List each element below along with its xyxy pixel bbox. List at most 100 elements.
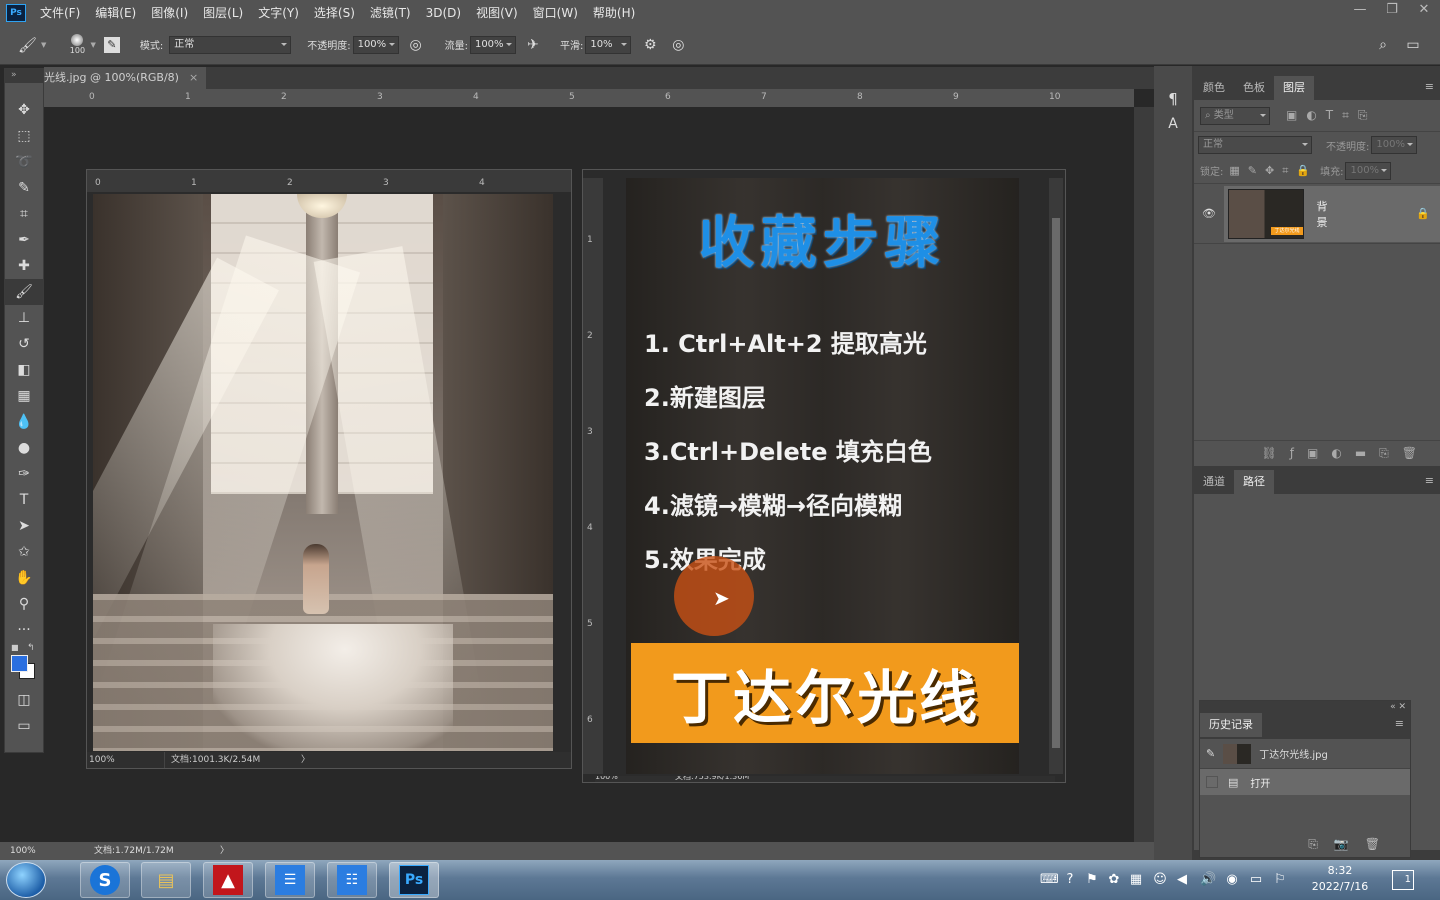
taskbar-photoshop-icon[interactable]: Ps (389, 862, 439, 898)
photo-canvas[interactable] (93, 194, 553, 751)
document-tab[interactable]: 光线.jpg @ 100%(RGB/8) × (44, 67, 207, 89)
brush-tool-icon[interactable]: 🖌 (5, 279, 43, 305)
close-button[interactable]: ✕ (1408, 0, 1440, 22)
brush-panel-icon[interactable]: ✎ (103, 36, 120, 53)
document-window-photo[interactable]: 0 1 2 3 4 100% 文档:1001.3K/2.54M 〉 (86, 169, 572, 769)
healing-brush-tool-icon[interactable]: ✚ (5, 253, 43, 279)
character-panel-icon[interactable]: A (1154, 116, 1192, 132)
doc2-scrollbar[interactable] (1049, 178, 1063, 774)
menu-3d[interactable]: 3D(D) (426, 6, 461, 20)
taskbar-app-icon[interactable]: ☰ (265, 862, 315, 898)
gear-icon[interactable]: ⚙ (641, 36, 659, 54)
type-tool-icon[interactable]: T (5, 487, 43, 513)
pressure-opacity-icon[interactable]: ◎ (407, 36, 425, 54)
layer-lock-icon[interactable]: 🔒 (1338, 185, 1440, 242)
chevron-down-icon[interactable]: ▼ (90, 41, 95, 49)
qq-icon[interactable]: ☺ (1152, 872, 1168, 888)
start-button[interactable] (6, 862, 46, 898)
brush-size-picker[interactable]: 100 (66, 34, 88, 55)
history-step-open[interactable]: ▤ 打开 (1200, 769, 1410, 795)
eraser-tool-icon[interactable]: ◧ (5, 357, 43, 383)
layer-filter-select[interactable]: ⌕ 类型 (1200, 106, 1270, 125)
dodge-tool-icon[interactable]: ● (5, 435, 43, 461)
zoom-tool-icon[interactable]: ⚲ (5, 591, 43, 617)
brush-preset-picker[interactable]: 🖌 ▼ (18, 36, 46, 54)
document-window-steps[interactable]: 1 2 3 4 5 6 收藏步骤 1. Ctrl+Alt+2 提取高光 2.新建… (582, 169, 1066, 783)
menu-type[interactable]: 文字(Y) (258, 4, 299, 21)
menu-image[interactable]: 图像(I) (151, 4, 188, 21)
taskbar-app2-icon[interactable]: ☷ (327, 862, 377, 898)
doc1-zoom[interactable]: 100% (87, 752, 165, 768)
menu-view[interactable]: 视图(V) (476, 4, 518, 21)
history-actions[interactable]: ⎘📷🗑 (1200, 831, 1410, 857)
tab-channels[interactable]: 通道 (1194, 470, 1234, 494)
crop-tool-icon[interactable]: ⌗ (5, 201, 43, 227)
layer-opacity-input[interactable]: 100% (1371, 136, 1418, 154)
help-icon[interactable]: ? (1062, 872, 1078, 888)
menu-filter[interactable]: 滤镜(T) (370, 4, 411, 21)
clone-stamp-tool-icon[interactable]: ⊥ (5, 305, 43, 331)
menu-select[interactable]: 选择(S) (314, 4, 355, 21)
foreground-color-swatch[interactable] (11, 655, 28, 672)
search-icon[interactable]: ⌕ (1374, 36, 1392, 54)
flag-icon[interactable]: ⚐ (1272, 872, 1288, 888)
pressure-size-icon[interactable]: ◎ (669, 36, 687, 54)
panel-menu-icon[interactable]: ≡ (1425, 474, 1434, 487)
eye-icon[interactable]: 👁 (1194, 207, 1224, 220)
quick-mask-icon[interactable]: ◫ (5, 687, 43, 713)
menu-window[interactable]: 窗口(W) (533, 4, 578, 21)
pen-tool-icon[interactable]: ✑ (5, 461, 43, 487)
status-arrow[interactable]: 〉 (220, 842, 229, 860)
canvas-scrollbar[interactable] (1134, 107, 1154, 842)
menu-help[interactable]: 帮助(H) (593, 4, 635, 21)
path-select-tool-icon[interactable]: ➤ (5, 513, 43, 539)
screen-mode-icon[interactable]: ▭ (5, 713, 43, 739)
gradient-tool-icon[interactable]: ▦ (5, 383, 43, 409)
tab-layers[interactable]: 图层 (1274, 76, 1314, 100)
quick-select-tool-icon[interactable]: ✎ (5, 175, 43, 201)
opacity-input[interactable]: 100% (352, 35, 399, 54)
menu-file[interactable]: 文件(F) (40, 4, 80, 21)
history-source-checkbox[interactable] (1206, 776, 1218, 788)
doc2-zoom[interactable]: 100% (595, 776, 675, 782)
taskbar-sogou-icon[interactable]: S (80, 862, 130, 898)
tab-swatches[interactable]: 色板 (1234, 76, 1274, 100)
history-brush-icon[interactable]: ✎ (1206, 747, 1215, 760)
doc2-scroll-thumb[interactable] (1052, 218, 1060, 748)
blend-mode-select[interactable]: 正常 (1198, 136, 1312, 154)
steps-canvas[interactable]: 收藏步骤 1. Ctrl+Alt+2 提取高光 2.新建图层 3.Ctrl+De… (626, 178, 1019, 774)
menu-layer[interactable]: 图层(L) (203, 4, 243, 21)
swap-colors-icon[interactable]: ↰ (27, 643, 35, 653)
notification-icon[interactable]: 1 (1392, 870, 1414, 890)
more-tools-icon[interactable]: ··· (5, 617, 43, 643)
layer-actions[interactable]: ⛓ƒ▣◐▬⎘🗑 (1194, 440, 1440, 466)
blur-tool-icon[interactable]: 💧 (5, 409, 43, 435)
panel-menu-icon[interactable]: ≡ (1425, 80, 1434, 93)
doc1-info-arrow[interactable]: 〉 (301, 752, 310, 768)
history-snapshot[interactable]: ✎ 丁达尔光线.jpg (1200, 739, 1410, 769)
menu-edit[interactable]: 编辑(E) (95, 4, 136, 21)
layer-row-background[interactable]: 👁 丁达尔光线 背景 🔒 (1194, 184, 1440, 244)
default-colors-icon[interactable]: ■ (11, 643, 19, 652)
shape-tool-icon[interactable]: ✩ (5, 539, 43, 565)
tray-app-icon[interactable]: ✿ (1106, 872, 1122, 888)
mode-select[interactable]: 正常 (169, 35, 292, 54)
antivirus-icon[interactable]: ◀ (1174, 872, 1190, 888)
restore-button[interactable]: ❐ (1376, 0, 1408, 22)
toolbox-header[interactable]: » (5, 69, 43, 83)
minimize-button[interactable]: — (1344, 0, 1376, 22)
marquee-tool-icon[interactable]: ⬚ (5, 123, 43, 149)
taskbar-autocad-icon[interactable]: ▲ (203, 862, 253, 898)
tray-icon[interactable]: ⚑ (1084, 872, 1100, 888)
history-panel-controls[interactable]: « ✕ (1200, 701, 1410, 713)
keyboard-icon[interactable]: ⌨ (1040, 872, 1059, 888)
airbrush-icon[interactable]: ✈ (524, 36, 542, 54)
move-tool-icon[interactable]: ✥ (5, 97, 43, 123)
close-icon[interactable]: × (189, 67, 198, 89)
filter-icons[interactable]: ▣◐T⌗⎘ (1286, 108, 1377, 123)
eyedropper-tool-icon[interactable]: ✒ (5, 227, 43, 253)
network-icon[interactable]: ◉ (1224, 872, 1240, 888)
lasso-tool-icon[interactable]: ➰ (5, 149, 43, 175)
panel-menu-icon[interactable]: ≡ (1395, 717, 1404, 730)
tray-grid-icon[interactable]: ▦ (1128, 872, 1144, 888)
